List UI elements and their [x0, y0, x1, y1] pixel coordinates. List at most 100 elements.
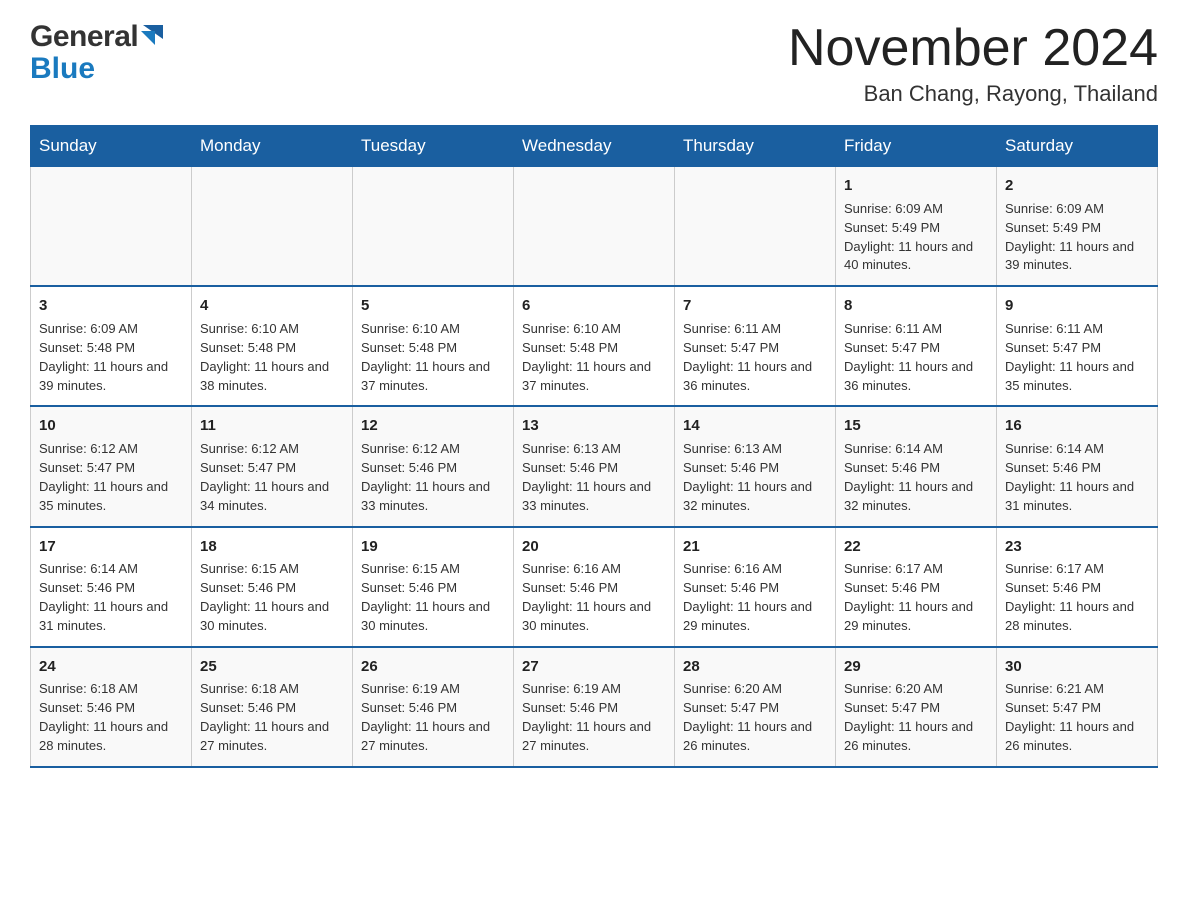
day-number: 27 [522, 656, 666, 678]
day-number: 16 [1005, 415, 1149, 437]
day-info: Sunrise: 6:16 AM Sunset: 5:46 PM Dayligh… [522, 560, 666, 635]
calendar-cell: 14Sunrise: 6:13 AM Sunset: 5:46 PM Dayli… [675, 406, 836, 526]
day-number: 1 [844, 175, 988, 197]
day-info: Sunrise: 6:13 AM Sunset: 5:46 PM Dayligh… [522, 440, 666, 515]
calendar-row: 10 Sunrise: 6:12 AM Sunset: 5:47 PM Dayli… [31, 406, 1158, 526]
calendar-table: SundayMondayTuesdayWednesdayThursdayFrid… [30, 125, 1158, 768]
calendar-cell: 26Sunrise: 6:19 AM Sunset: 5:46 PM Dayli… [353, 647, 514, 767]
day-number: 28 [683, 656, 827, 678]
day-number: 7 [683, 295, 827, 317]
day-number: 19 [361, 536, 505, 558]
calendar-cell: 19Sunrise: 6:15 AM Sunset: 5:46 PM Dayli… [353, 527, 514, 647]
calendar-row: 3 Sunrise: 6:09 AM Sunset: 5:48 PM Daylig… [31, 286, 1158, 406]
day-number: 20 [522, 536, 666, 558]
calendar-cell: 15 Sunrise: 6:14 AM Sunset: 5:46 PM Dayli… [836, 406, 997, 526]
title-area: November 2024 Ban Chang, Rayong, Thailan… [788, 20, 1158, 107]
calendar-cell [514, 167, 675, 287]
header-cell-monday: Monday [192, 126, 353, 167]
day-number: 8 [844, 295, 988, 317]
day-info: Sunrise: 6:18 AM Sunset: 5:46 PM Dayligh… [39, 680, 183, 755]
day-number: 15 [844, 415, 988, 437]
day-number: 17 [39, 536, 183, 558]
day-info: Sunrise: 6:14 AM Sunset: 5:46 PM Dayligh… [39, 560, 183, 635]
day-number: 12 [361, 415, 505, 437]
calendar-cell: 13 Sunrise: 6:13 AM Sunset: 5:46 PM Dayli… [514, 406, 675, 526]
calendar-cell: 6 Sunrise: 6:10 AM Sunset: 5:48 PM Daylig… [514, 286, 675, 406]
day-info: Sunrise: 6:15 AM Sunset: 5:46 PM Dayligh… [200, 560, 344, 635]
day-info: Sunrise: 6:14 AM Sunset: 5:46 PM Dayligh… [844, 440, 988, 515]
calendar-header: SundayMondayTuesdayWednesdayThursdayFrid… [31, 126, 1158, 167]
day-info: Sunrise: 6:12 AM Sunset: 5:46 PM Dayligh… [361, 440, 505, 515]
calendar-cell [31, 167, 192, 287]
day-info: Sunrise: 6:17 AM Sunset: 5:46 PM Dayligh… [844, 560, 988, 635]
calendar-row: 1 Sunrise: 6:09 AM Sunset: 5:49 PM Daylig… [31, 167, 1158, 287]
day-number: 18 [200, 536, 344, 558]
day-number: 30 [1005, 656, 1149, 678]
day-number: 13 [522, 415, 666, 437]
day-number: 10 [39, 415, 183, 437]
calendar-cell: 3 Sunrise: 6:09 AM Sunset: 5:48 PM Daylig… [31, 286, 192, 406]
day-number: 24 [39, 656, 183, 678]
day-info: Sunrise: 6:14 AM Sunset: 5:46 PM Dayligh… [1005, 440, 1149, 515]
day-info: Sunrise: 6:20 AM Sunset: 5:47 PM Dayligh… [844, 680, 988, 755]
calendar-cell: 1 Sunrise: 6:09 AM Sunset: 5:49 PM Daylig… [836, 167, 997, 287]
day-info: Sunrise: 6:09 AM Sunset: 5:48 PM Dayligh… [39, 320, 183, 395]
calendar-cell: 22Sunrise: 6:17 AM Sunset: 5:46 PM Dayli… [836, 527, 997, 647]
calendar-row: 17Sunrise: 6:14 AM Sunset: 5:46 PM Dayli… [31, 527, 1158, 647]
logo-area: General Blue [30, 20, 163, 86]
calendar-cell: 8 Sunrise: 6:11 AM Sunset: 5:47 PM Daylig… [836, 286, 997, 406]
calendar-cell: 4 Sunrise: 6:10 AM Sunset: 5:48 PM Daylig… [192, 286, 353, 406]
calendar-cell: 18Sunrise: 6:15 AM Sunset: 5:46 PM Dayli… [192, 527, 353, 647]
calendar-cell [192, 167, 353, 287]
calendar-cell: 30Sunrise: 6:21 AM Sunset: 5:47 PM Dayli… [997, 647, 1158, 767]
day-number: 23 [1005, 536, 1149, 558]
day-info: Sunrise: 6:19 AM Sunset: 5:46 PM Dayligh… [522, 680, 666, 755]
day-info: Sunrise: 6:11 AM Sunset: 5:47 PM Dayligh… [844, 320, 988, 395]
calendar-cell: 7Sunrise: 6:11 AM Sunset: 5:47 PM Daylig… [675, 286, 836, 406]
day-number: 4 [200, 295, 344, 317]
header-cell-wednesday: Wednesday [514, 126, 675, 167]
day-info: Sunrise: 6:10 AM Sunset: 5:48 PM Dayligh… [200, 320, 344, 395]
day-number: 29 [844, 656, 988, 678]
day-info: Sunrise: 6:10 AM Sunset: 5:48 PM Dayligh… [361, 320, 505, 395]
header-cell-friday: Friday [836, 126, 997, 167]
logo-blue-text: Blue [30, 52, 95, 86]
calendar-cell [353, 167, 514, 287]
day-info: Sunrise: 6:12 AM Sunset: 5:47 PM Dayligh… [39, 440, 183, 515]
day-number: 22 [844, 536, 988, 558]
calendar-cell: 17Sunrise: 6:14 AM Sunset: 5:46 PM Dayli… [31, 527, 192, 647]
day-info: Sunrise: 6:18 AM Sunset: 5:46 PM Dayligh… [200, 680, 344, 755]
header-cell-saturday: Saturday [997, 126, 1158, 167]
calendar-cell [675, 167, 836, 287]
calendar-row: 24Sunrise: 6:18 AM Sunset: 5:46 PM Dayli… [31, 647, 1158, 767]
day-info: Sunrise: 6:12 AM Sunset: 5:47 PM Dayligh… [200, 440, 344, 515]
calendar-cell: 25Sunrise: 6:18 AM Sunset: 5:46 PM Dayli… [192, 647, 353, 767]
day-info: Sunrise: 6:09 AM Sunset: 5:49 PM Dayligh… [844, 200, 988, 275]
calendar-cell: 27Sunrise: 6:19 AM Sunset: 5:46 PM Dayli… [514, 647, 675, 767]
calendar-cell: 24Sunrise: 6:18 AM Sunset: 5:46 PM Dayli… [31, 647, 192, 767]
page-header: General Blue November 2024 Ban Chang, Ra… [30, 20, 1158, 107]
day-number: 26 [361, 656, 505, 678]
day-number: 11 [200, 415, 344, 437]
calendar-cell: 2 Sunrise: 6:09 AM Sunset: 5:49 PM Daylig… [997, 167, 1158, 287]
day-info: Sunrise: 6:19 AM Sunset: 5:46 PM Dayligh… [361, 680, 505, 755]
day-info: Sunrise: 6:09 AM Sunset: 5:49 PM Dayligh… [1005, 200, 1149, 275]
day-number: 3 [39, 295, 183, 317]
day-number: 21 [683, 536, 827, 558]
header-row: SundayMondayTuesdayWednesdayThursdayFrid… [31, 126, 1158, 167]
header-cell-thursday: Thursday [675, 126, 836, 167]
day-number: 2 [1005, 175, 1149, 197]
day-info: Sunrise: 6:20 AM Sunset: 5:47 PM Dayligh… [683, 680, 827, 755]
header-cell-tuesday: Tuesday [353, 126, 514, 167]
calendar-cell: 28Sunrise: 6:20 AM Sunset: 5:47 PM Dayli… [675, 647, 836, 767]
day-number: 9 [1005, 295, 1149, 317]
day-number: 14 [683, 415, 827, 437]
calendar-cell: 12 Sunrise: 6:12 AM Sunset: 5:46 PM Dayli… [353, 406, 514, 526]
calendar-subtitle: Ban Chang, Rayong, Thailand [788, 81, 1158, 107]
day-info: Sunrise: 6:17 AM Sunset: 5:46 PM Dayligh… [1005, 560, 1149, 635]
day-number: 6 [522, 295, 666, 317]
calendar-cell: 9Sunrise: 6:11 AM Sunset: 5:47 PM Daylig… [997, 286, 1158, 406]
day-number: 5 [361, 295, 505, 317]
day-info: Sunrise: 6:10 AM Sunset: 5:48 PM Dayligh… [522, 320, 666, 395]
calendar-cell: 23Sunrise: 6:17 AM Sunset: 5:46 PM Dayli… [997, 527, 1158, 647]
